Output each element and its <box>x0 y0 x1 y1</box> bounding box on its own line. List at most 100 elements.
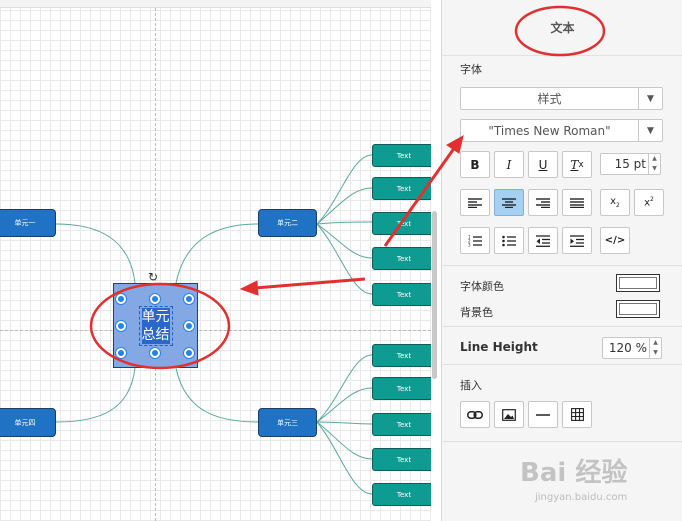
align-left-button[interactable] <box>460 189 490 216</box>
node-unit-1[interactable]: 单元一 <box>0 209 56 237</box>
clear-format-icon: T <box>570 157 579 172</box>
node-unit-2[interactable]: 单元二 <box>258 209 317 237</box>
line-height-stepper[interactable]: 120 % ▲ ▼ <box>602 337 662 359</box>
stepper-arrows-icon[interactable]: ▲ ▼ <box>648 154 660 174</box>
link-center-left-top <box>55 223 136 284</box>
link-right-top-leaf-3 <box>316 221 373 225</box>
connector-lines <box>55 154 373 495</box>
code-button[interactable]: </> <box>600 227 630 254</box>
resize-handle[interactable] <box>116 294 126 304</box>
align-center-button[interactable] <box>494 189 524 216</box>
insert-table-button[interactable] <box>562 401 592 428</box>
font-family-select[interactable]: "Times New Roman" ▼ <box>460 119 663 142</box>
insert-link-button[interactable] <box>460 401 490 428</box>
link-right-bottom-leaf-2 <box>316 387 373 423</box>
underline-button[interactable]: U <box>528 151 558 178</box>
indent-icon <box>570 234 584 247</box>
chevron-down-icon: ▼ <box>638 120 662 141</box>
numbered-list-button[interactable]: 123 <box>460 227 490 254</box>
font-size-value: 15 pt <box>614 157 646 171</box>
resize-handle[interactable] <box>116 348 126 358</box>
center-node-line-1: 单元 <box>141 307 170 326</box>
diagram-canvas[interactable]: 单元一 单元四 单元二 单元三 Text Text Text Text Text… <box>0 0 431 521</box>
font-size-stepper[interactable]: 15 pt ▲ ▼ <box>600 153 661 175</box>
insert-section-label: 插入 <box>460 379 482 392</box>
text-format-panel: 文本 字体 样式 ▼ "Times New Roman" ▼ B I U Tx … <box>441 0 682 521</box>
superscript-icon: x2 <box>644 196 654 209</box>
leaf-node[interactable]: Text <box>372 483 431 506</box>
link-right-bottom-leaf-3 <box>316 421 373 425</box>
bold-button[interactable]: B <box>460 151 490 178</box>
outdent-button[interactable] <box>528 227 558 254</box>
leaf-node[interactable]: Text <box>372 283 431 306</box>
font-family-select-value: "Times New Roman" <box>488 123 611 138</box>
link-right-top-leaf-2 <box>316 187 373 225</box>
svg-text:3: 3 <box>468 242 471 247</box>
link-right-top-leaf-4 <box>316 223 373 259</box>
leaf-node[interactable]: Text <box>372 247 431 270</box>
panel-title[interactable]: 文本 <box>442 0 682 56</box>
leaf-node[interactable]: Text <box>372 448 431 471</box>
background-color-label: 背景色 <box>460 306 493 319</box>
leaf-node[interactable]: Text <box>372 377 431 400</box>
insert-image-button[interactable] <box>494 401 524 428</box>
image-icon <box>502 408 516 421</box>
link-center-right-top <box>175 223 259 284</box>
center-node-text[interactable]: 单元 总结 <box>138 305 173 346</box>
stepper-arrows-icon[interactable]: ▲ ▼ <box>649 338 661 358</box>
line-height-label: Line Height <box>460 340 538 354</box>
resize-handle[interactable] <box>184 321 194 331</box>
italic-button[interactable]: I <box>494 151 524 178</box>
line-height-value: 120 % <box>608 341 647 355</box>
outdent-icon <box>536 234 550 247</box>
leaf-node[interactable]: Text <box>372 177 431 200</box>
center-node-line-2: 总结 <box>141 325 170 344</box>
node-unit-3[interactable]: 单元三 <box>258 408 317 437</box>
watermark-logo: Bai 经验 <box>520 458 628 488</box>
link-center-left-bottom <box>55 367 136 423</box>
link-right-top-leaf-5 <box>316 223 373 295</box>
insert-horizontal-rule-button[interactable] <box>528 401 558 428</box>
align-left-icon <box>468 197 482 208</box>
resize-handle[interactable] <box>184 348 194 358</box>
font-color-swatch[interactable] <box>616 274 660 292</box>
table-icon <box>570 408 584 421</box>
node-unit-4[interactable]: 单元四 <box>0 408 56 437</box>
clear-format-button[interactable]: Tx <box>562 151 592 178</box>
align-right-icon <box>536 197 550 208</box>
link-right-bottom-leaf-1 <box>316 354 373 423</box>
rotate-handle-icon[interactable]: ↻ <box>148 270 158 284</box>
align-justify-button[interactable] <box>562 189 592 216</box>
leaf-node[interactable]: Text <box>372 144 431 167</box>
section-divider <box>442 326 682 327</box>
resize-handle[interactable] <box>184 294 194 304</box>
indent-button[interactable] <box>562 227 592 254</box>
link-icon <box>467 410 483 419</box>
font-color-label: 字体颜色 <box>460 280 504 293</box>
section-divider <box>442 265 682 266</box>
superscript-button[interactable]: x2 <box>634 189 664 216</box>
leaf-node[interactable]: Text <box>372 344 431 367</box>
leaf-node[interactable]: Text <box>372 413 431 436</box>
background-color-swatch[interactable] <box>616 300 660 318</box>
align-right-button[interactable] <box>528 189 558 216</box>
align-justify-icon <box>570 197 584 208</box>
leaf-node[interactable]: Text <box>372 212 431 235</box>
resize-handle[interactable] <box>116 321 126 331</box>
canvas-scrollbar[interactable] <box>432 211 437 379</box>
subscript-button[interactable]: x2 <box>600 189 630 216</box>
style-select-value: 样式 <box>537 92 562 106</box>
link-right-bottom-leaf-4 <box>316 421 373 460</box>
resize-handle[interactable] <box>150 294 160 304</box>
bullet-list-button[interactable] <box>494 227 524 254</box>
font-section-label: 字体 <box>460 63 482 76</box>
bullet-list-icon <box>502 235 516 246</box>
horizontal-rule-icon <box>536 413 550 416</box>
section-divider <box>442 441 682 442</box>
align-center-icon <box>502 197 516 208</box>
subscript-icon: x2 <box>610 196 620 209</box>
code-icon: </> <box>604 235 626 246</box>
style-select[interactable]: 样式 ▼ <box>460 87 663 110</box>
link-center-right-bottom <box>175 367 259 423</box>
resize-handle[interactable] <box>150 348 160 358</box>
